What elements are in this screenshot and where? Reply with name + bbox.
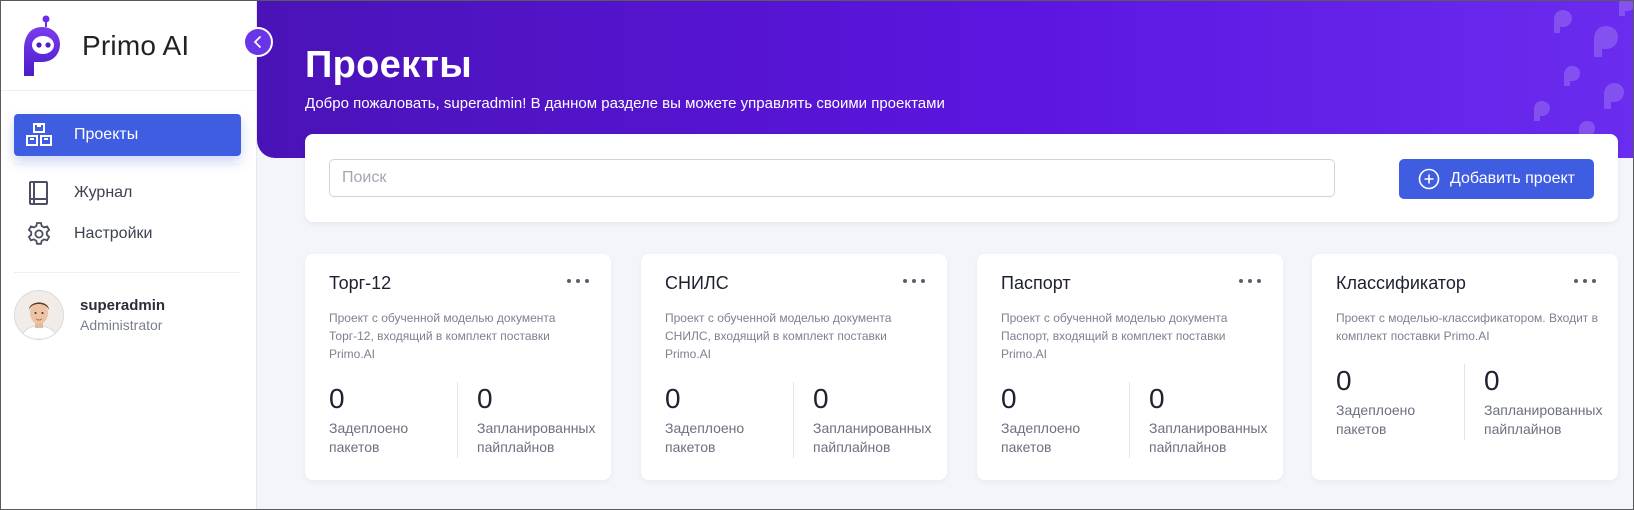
deployed-value: 0	[1001, 383, 1017, 414]
user-profile[interactable]: superadmin Administrator	[14, 290, 165, 340]
sidebar-item-label: Журнал	[74, 184, 133, 201]
deployed-label: Задеплоено пакетов	[1336, 402, 1416, 437]
planned-stat: 0 Запланированных пайплайнов	[477, 383, 597, 457]
planned-value: 0	[1484, 365, 1500, 396]
card-title: Классификатор	[1336, 273, 1466, 293]
project-card-classifier[interactable]: Классификатор Проект с моделью-классифик…	[1312, 254, 1618, 480]
stat-divider	[793, 382, 794, 458]
page-title: Проекты	[305, 44, 473, 86]
planned-value: 0	[813, 383, 829, 414]
search-panel: Добавить проект	[305, 134, 1618, 222]
user-role: Administrator	[80, 317, 163, 333]
brand[interactable]: Primo AI	[20, 14, 189, 78]
card-title: Паспорт	[1001, 273, 1071, 293]
more-options-icon[interactable]	[567, 272, 589, 290]
deployed-value: 0	[1336, 365, 1352, 396]
more-options-icon[interactable]	[1239, 272, 1261, 290]
deployed-label: Задеплоено пакетов	[1001, 420, 1081, 455]
planned-value: 0	[1149, 383, 1165, 414]
sidebar: Primo AI Проекты Журнал Настройки supera…	[0, 0, 257, 510]
project-card-snils[interactable]: СНИЛС Проект с обученной моделью докумен…	[641, 254, 947, 480]
deployed-stat: 0 Задеплоено пакетов	[1336, 365, 1456, 439]
deployed-stat: 0 Задеплоено пакетов	[1001, 383, 1121, 457]
gear-icon	[24, 219, 54, 249]
card-description: Проект с моделью-классификатором. Входит…	[1336, 311, 1599, 343]
planned-stat: 0 Запланированных пайплайнов	[1484, 365, 1604, 439]
collapse-sidebar-button[interactable]	[245, 29, 271, 55]
deployed-stat: 0 Задеплоено пакетов	[329, 383, 449, 457]
project-card-torg12[interactable]: Торг-12 Проект с обученной моделью докум…	[305, 254, 611, 480]
project-card-passport[interactable]: Паспорт Проект с обученной моделью докум…	[977, 254, 1283, 480]
divider	[14, 272, 240, 273]
page-subtitle: Добро пожаловать, superadmin! В данном р…	[305, 95, 945, 112]
add-project-label: Добавить проект	[1449, 170, 1576, 187]
more-options-icon[interactable]	[1574, 272, 1596, 290]
sidebar-item-settings[interactable]: Настройки	[14, 213, 241, 255]
sidebar-item-label: Проекты	[74, 126, 139, 143]
journal-icon	[24, 178, 54, 208]
planned-value: 0	[477, 383, 493, 414]
card-description: Проект с обученной моделью документа Пас…	[1001, 311, 1228, 361]
avatar	[14, 290, 64, 340]
sidebar-item-projects[interactable]: Проекты	[14, 114, 241, 156]
search-input[interactable]	[329, 159, 1335, 197]
card-title: Торг-12	[329, 273, 392, 293]
stat-divider	[1464, 364, 1465, 440]
card-description: Проект с обученной моделью документа СНИ…	[665, 311, 892, 361]
projects-icon	[24, 120, 54, 150]
planned-stat: 0 Запланированных пайплайнов	[813, 383, 933, 457]
card-title: СНИЛС	[665, 273, 729, 293]
brand-name: Primo AI	[82, 30, 190, 61]
more-options-icon[interactable]	[903, 272, 925, 290]
stat-divider	[457, 382, 458, 458]
deployed-value: 0	[665, 383, 681, 414]
deployed-stat: 0 Задеплоено пакетов	[665, 383, 785, 457]
primo-logo-icon	[24, 15, 60, 76]
planned-label: Запланированных пайплайнов	[477, 420, 596, 455]
card-description: Проект с обученной моделью документа Тор…	[329, 311, 556, 361]
planned-label: Запланированных пайплайнов	[1484, 402, 1603, 437]
divider	[0, 90, 256, 91]
add-project-button[interactable]: Добавить проект	[1399, 159, 1594, 199]
sidebar-item-journal[interactable]: Журнал	[14, 172, 241, 214]
divider	[14, 164, 240, 165]
deployed-label: Задеплоено пакетов	[329, 420, 409, 455]
plus-circle-icon	[1418, 168, 1440, 190]
stat-divider	[1129, 382, 1130, 458]
deployed-value: 0	[329, 383, 345, 414]
sidebar-item-label: Настройки	[74, 225, 153, 242]
planned-stat: 0 Запланированных пайплайнов	[1149, 383, 1269, 457]
deployed-label: Задеплоено пакетов	[665, 420, 745, 455]
planned-label: Запланированных пайплайнов	[1149, 420, 1268, 455]
user-name: superadmin	[80, 297, 166, 314]
chevron-left-icon	[253, 35, 262, 49]
planned-label: Запланированных пайплайнов	[813, 420, 932, 455]
